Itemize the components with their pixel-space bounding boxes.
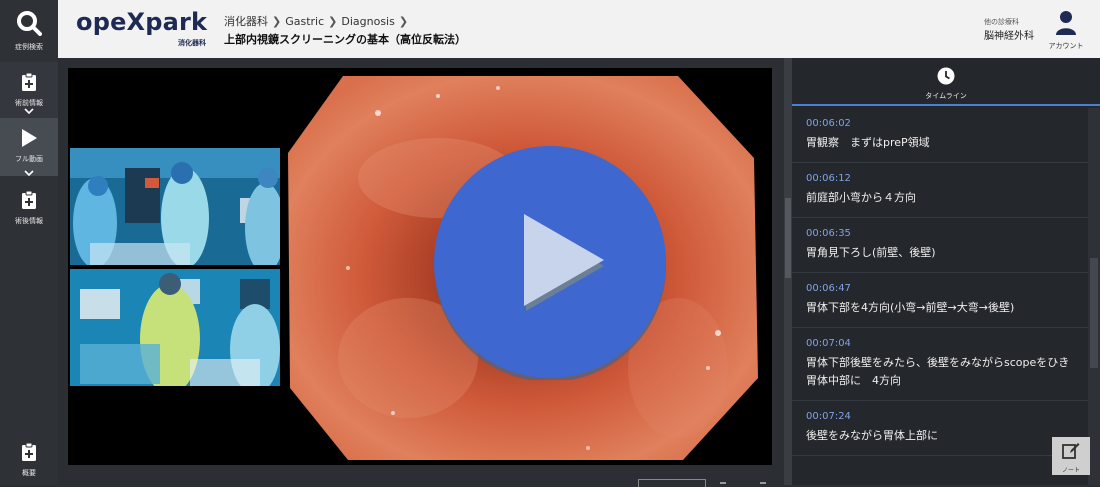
- timeline-description: 胃角見下ろし(前壁、後壁): [806, 246, 936, 259]
- account-label: アカウント: [1048, 42, 1084, 50]
- note-button[interactable]: ノート: [1052, 437, 1090, 475]
- timeline-item[interactable]: 00:07:24 後壁をみながら胃体上部に: [792, 401, 1088, 456]
- chevron-right-icon: ❯: [272, 15, 282, 28]
- sidebar-item-full-video[interactable]: フル動画: [0, 118, 58, 176]
- breadcrumb-item[interactable]: Gastric: [285, 15, 324, 28]
- app-logo[interactable]: opeXpark: [76, 8, 207, 36]
- chevron-right-icon: ❯: [398, 15, 409, 28]
- user-icon: [1055, 11, 1077, 40]
- timeline-list: 00:06:02 胃観察 まずはpreP領域 00:06:12 前庭部小弯から４…: [792, 108, 1088, 485]
- room-camera-bottom: [70, 269, 280, 386]
- operating-room-inset: [70, 148, 280, 386]
- sidebar-item-label: 概要: [22, 469, 36, 477]
- clipboard-plus-icon: [21, 72, 37, 96]
- sidebar-item-postop-info[interactable]: 術後情報: [0, 180, 58, 230]
- chevron-down-icon: [0, 108, 58, 118]
- chevron-down-icon: [0, 170, 58, 180]
- control-indicator[interactable]: [720, 482, 726, 484]
- play-icon: [20, 128, 38, 152]
- edit-note-icon: [1062, 443, 1080, 464]
- account-button[interactable]: アカウント: [1044, 10, 1088, 51]
- other-department-label: 他の診療科: [984, 18, 1019, 26]
- clipboard-plus-icon: [21, 190, 37, 214]
- logo-department: 消化器科: [178, 39, 206, 47]
- sidebar-item-label: 術後情報: [15, 217, 43, 225]
- clipboard-plus-icon: [21, 442, 37, 466]
- timeline-description: 胃体下部後壁をみたら、後壁をみながらscopeをひき胃体中部に 4方向: [806, 356, 1070, 387]
- tab-label: タイムライン: [925, 92, 967, 100]
- room-camera-top: [70, 148, 280, 265]
- other-department-link[interactable]: 脳神経外科: [984, 27, 1034, 42]
- play-button[interactable]: [432, 144, 668, 380]
- timeline-timestamp[interactable]: 00:07:24: [806, 410, 1074, 424]
- chevron-right-icon: ❯: [328, 15, 338, 28]
- sidebar-item-label: フル動画: [15, 155, 43, 163]
- timeline-panel: タイムライン 00:06:02 胃観察 まずはpreP領域 00:06:12 前…: [792, 58, 1100, 485]
- timeline-item[interactable]: 00:06:35 胃角見下ろし(前壁、後壁): [792, 218, 1088, 273]
- timeline-timestamp[interactable]: 00:06:35: [806, 227, 1074, 241]
- scrollbar-thumb[interactable]: [785, 198, 791, 278]
- page-title: 上部内視鏡スクリーニングの基本（高位反転法）: [224, 33, 466, 46]
- tab-timeline[interactable]: タイムライン: [792, 58, 1100, 106]
- breadcrumb: 消化器科 ❯ Gastric ❯ Diagnosis ❯: [224, 13, 412, 29]
- playback-control[interactable]: [638, 479, 706, 487]
- timeline-description: 胃体下部を4方向(小弯→前壁→大弯→後壁): [806, 301, 1015, 314]
- sidebar-item-summary[interactable]: 概要: [0, 440, 58, 485]
- timeline-timestamp[interactable]: 00:06:02: [806, 117, 1074, 131]
- timeline-item[interactable]: 00:06:02 胃観察 まずはpreP領域: [792, 108, 1088, 163]
- breadcrumb-item[interactable]: 消化器科: [224, 15, 268, 28]
- control-indicator[interactable]: [760, 482, 766, 484]
- sidebar-item-label: 術前情報: [15, 99, 43, 107]
- left-sidebar: 症例検索 術前情報 フル動画 術後情報 概要: [0, 0, 58, 485]
- timeline-item[interactable]: 00:07:04 胃体下部後壁をみたら、後壁をみながらscopeをひき胃体中部に…: [792, 328, 1088, 401]
- timeline-description: 後壁をみながら胃体上部に: [806, 429, 938, 442]
- search-icon: [16, 10, 42, 40]
- note-label: ノート: [1061, 467, 1080, 474]
- timeline-description: 前庭部小弯から４方向: [806, 191, 916, 204]
- sidebar-item-case-search[interactable]: 症例検索: [0, 0, 58, 58]
- timeline-timestamp[interactable]: 00:07:04: [806, 337, 1074, 351]
- breadcrumb-item[interactable]: Diagnosis: [341, 15, 394, 28]
- video-player-area: [58, 58, 784, 487]
- clock-icon: [937, 67, 955, 89]
- timeline-timestamp[interactable]: 00:06:47: [806, 282, 1074, 296]
- page-scrollbar[interactable]: [784, 58, 792, 485]
- timeline-scrollbar[interactable]: [1088, 108, 1100, 485]
- timeline-description: 胃観察 まずはpreP領域: [806, 136, 930, 149]
- video-player[interactable]: [68, 68, 772, 465]
- sidebar-item-label: 症例検索: [15, 43, 43, 51]
- timeline-item[interactable]: 00:06:12 前庭部小弯から４方向: [792, 163, 1088, 218]
- scrollbar-thumb[interactable]: [1090, 258, 1098, 368]
- top-header: opeXpark 消化器科 消化器科 ❯ Gastric ❯ Diagnosis ❯ 上部…: [58, 0, 1100, 58]
- timeline-item[interactable]: 00:06:47 胃体下部を4方向(小弯→前壁→大弯→後壁): [792, 273, 1088, 328]
- timeline-timestamp[interactable]: 00:06:12: [806, 172, 1074, 186]
